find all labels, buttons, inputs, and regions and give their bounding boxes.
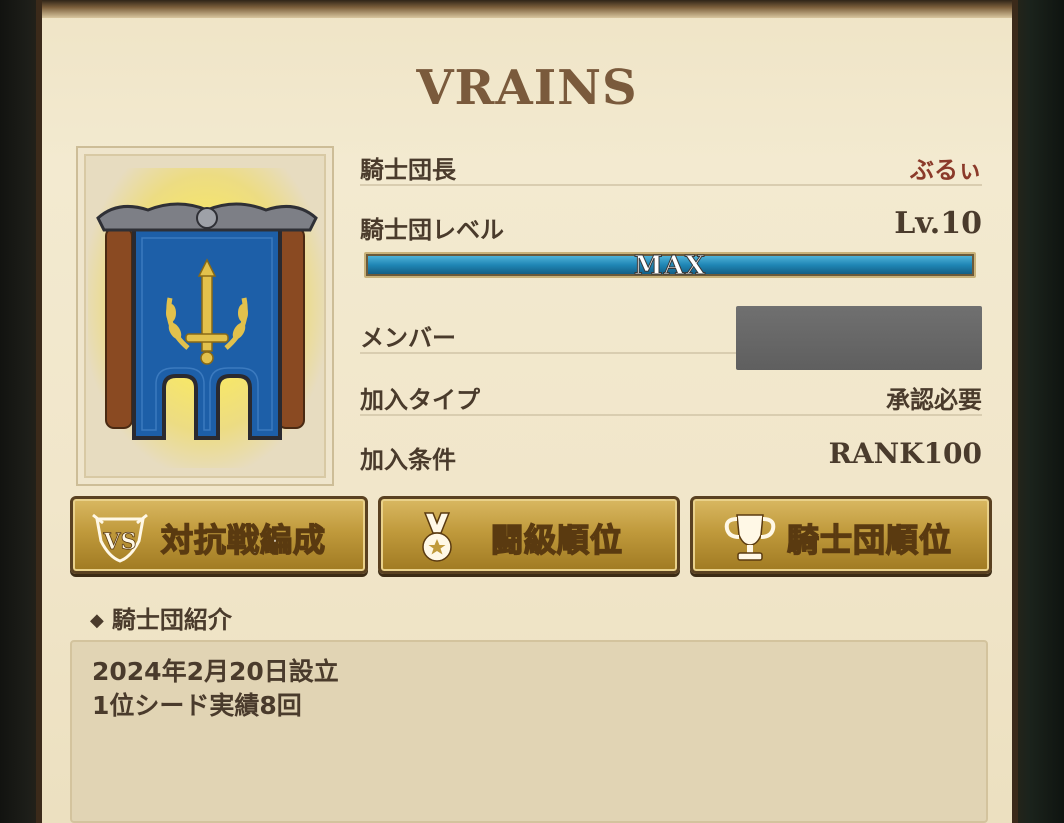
guild-ranking-label: 騎士団順位 (786, 520, 953, 560)
member-value-redacted (736, 306, 982, 370)
member-label: メンバー (360, 324, 456, 352)
guild-info-panel: VRAINS 騎士団長 ぶるぃ 騎士団レベル Lv.10 MAX メンバー 加入… (36, 0, 1018, 823)
intro-heading: ◆ 騎士団紹介 (90, 600, 232, 635)
intro-text-box: 2024年2月20日設立 1位シード実績8回 (70, 640, 988, 823)
level-bar-text: MAX (633, 251, 707, 282)
member-row: メンバー (360, 306, 982, 370)
rank-order-button[interactable]: 闘級順位 (378, 496, 680, 574)
svg-text:VS: VS (103, 529, 137, 555)
panel-top-edge (42, 0, 1012, 18)
diamond-bullet-icon: ◆ (90, 610, 104, 631)
guild-emblem-frame (76, 146, 334, 486)
level-value: Lv.10 (894, 206, 982, 241)
medal-icon (422, 512, 452, 562)
leader-row: 騎士団長 ぶるぃ (360, 144, 982, 186)
battle-formation-label: 対抗戦編成 (160, 520, 327, 560)
join-type-label: 加入タイプ (360, 386, 480, 414)
vs-crest-icon: VS (92, 513, 148, 563)
guild-ranking-button[interactable]: 騎士団順位 (690, 496, 992, 574)
join-condition-row: 加入条件 RANK100 (360, 434, 982, 474)
intro-line: 1位シード実績8回 (92, 691, 302, 720)
guild-banner-icon (96, 202, 318, 440)
intro-line: 2024年2月20日設立 (92, 657, 339, 686)
trophy-icon (724, 514, 776, 561)
join-type-value: 承認必要 (886, 386, 982, 414)
join-condition-label: 加入条件 (360, 446, 456, 474)
rank-order-label: 闘級順位 (490, 520, 624, 560)
intro-heading-text: 騎士団紹介 (111, 606, 232, 634)
level-row: 騎士団レベル Lv.10 (360, 204, 982, 244)
leader-name[interactable]: ぶるぃ (910, 150, 982, 185)
battle-formation-button[interactable]: VS 対抗戦編成 (70, 496, 368, 574)
guild-name: VRAINS (416, 60, 638, 116)
join-type-row: 加入タイプ 承認必要 (360, 374, 982, 416)
join-condition-value: RANK100 (828, 437, 982, 470)
leader-label: 騎士団長 (360, 156, 456, 184)
level-label: 騎士団レベル (360, 216, 504, 244)
level-progress-bar: MAX (364, 251, 976, 282)
